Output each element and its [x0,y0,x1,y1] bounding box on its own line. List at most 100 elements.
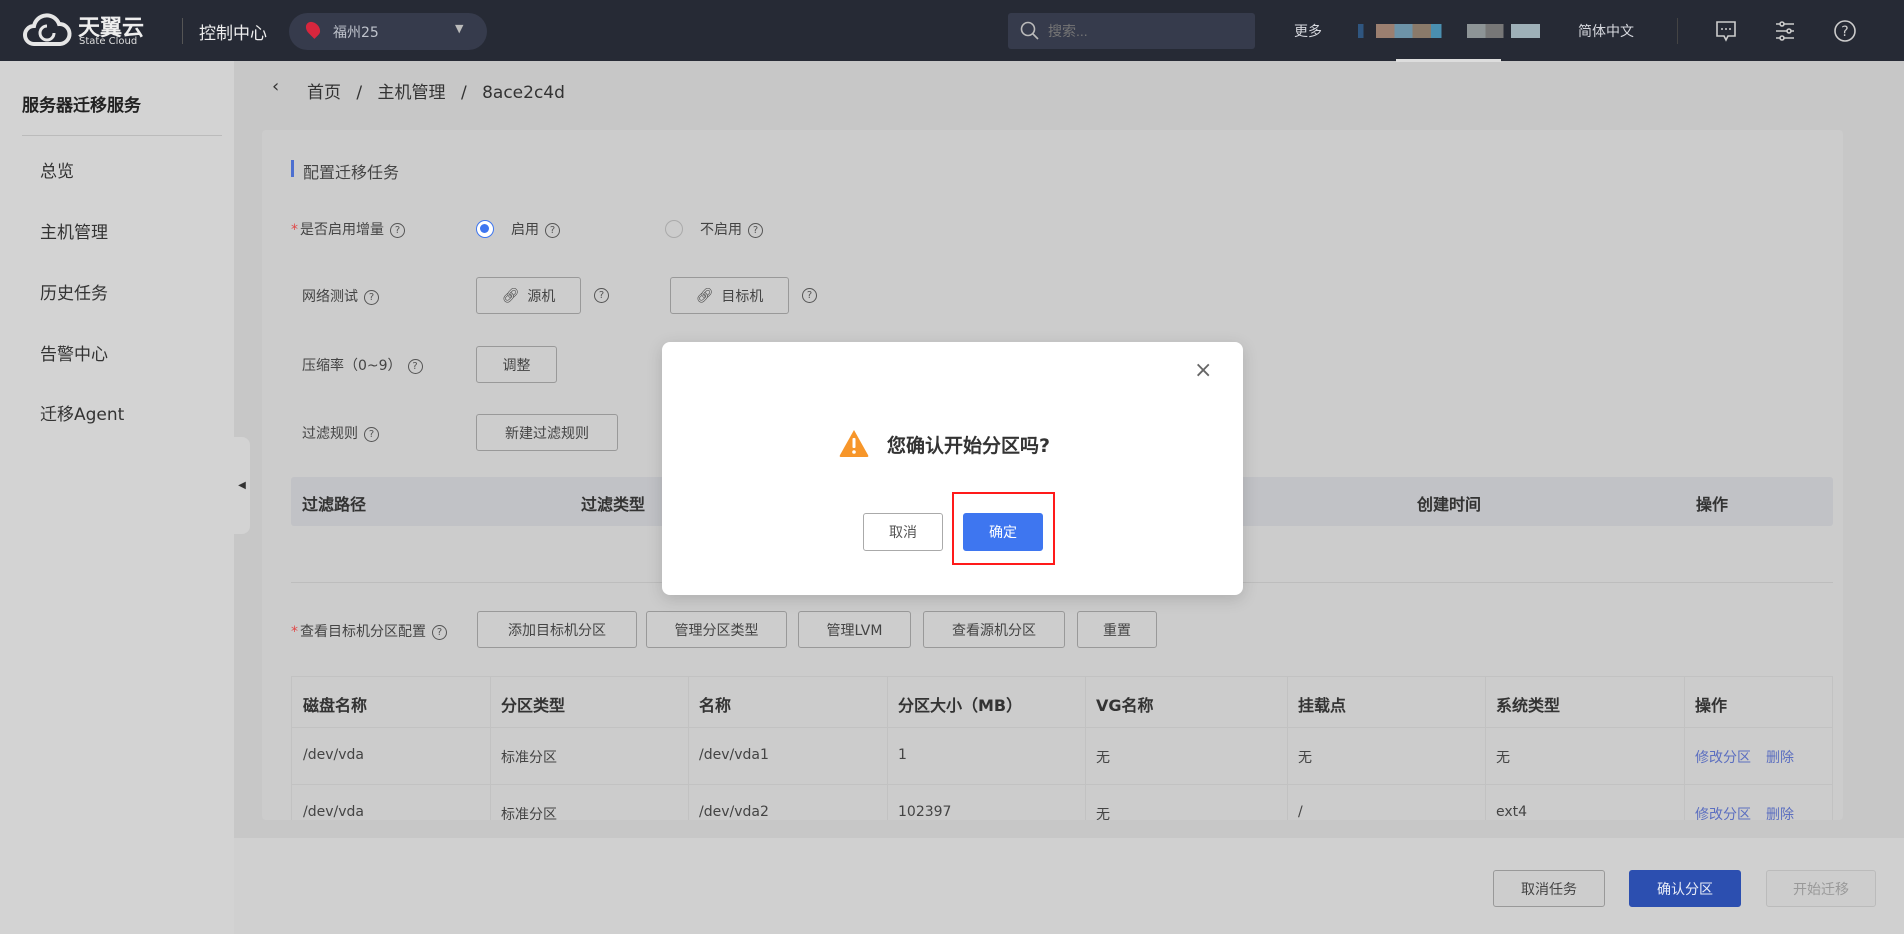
delete-link[interactable]: 删除 [1766,747,1794,767]
label-text: 过滤规则 [302,426,358,442]
source-network-test-button[interactable]: 🔗︎ 源机 [476,277,581,314]
user-account-blurred[interactable] [1358,24,1540,38]
help-circle-icon[interactable]: ? [390,222,405,238]
network-test-label: 网络测试? [302,286,379,306]
column-header: 系统类型 [1496,696,1561,715]
label-text: 网络测试 [302,289,358,305]
cancel-task-button[interactable]: 取消任务 [1493,870,1605,907]
confirm-dialog: × 您确认开始分区吗? 取消 确定 [662,342,1243,595]
help-icon[interactable]: ? [1833,19,1857,43]
view-source-partitions-button[interactable]: 查看源机分区 [923,611,1065,648]
partition-table: 磁盘名称 分区类型 名称 分区大小（MB） VG名称 挂载点 系统类型 操作/dev/vda 标… [291,676,1833,820]
brand-logo[interactable]: 天翼云 State Cloud [22,10,182,52]
table-row: /dev/vda 标准分区/dev/vda2 102397 无 / ext4 修改分区 删除 [292,785,1832,820]
breadcrumb: 首页 / 主机管理 / 8ace2c4d [307,78,565,103]
sidebar-title: 服务器迁移服务 [22,96,141,116]
breadcrumb-home[interactable]: 首页 [307,83,341,103]
radio-enable-label: 启用? [511,219,560,239]
more-menu[interactable]: 更多 [1294,21,1322,41]
new-filter-rule-button[interactable]: 新建过滤规则 [476,414,618,451]
edit-partition-link[interactable]: 修改分区 [1695,804,1751,820]
console-link[interactable]: 控制中心 [199,19,267,44]
option-text: 启用 [511,222,539,238]
compression-label: 压缩率（0~9）? [302,355,423,375]
column-header: VG名称 [1096,696,1154,715]
footer-bar: 取消任务 确认分区 开始迁移 [234,838,1904,934]
search-input[interactable] [1048,20,1238,42]
help-circle-icon[interactable]: ? [364,426,379,442]
radio-disable[interactable] [665,220,683,238]
column-header: 操作 [1696,495,1729,514]
breadcrumb-current: 8ace2c4d [482,83,565,103]
language-switcher[interactable]: 简体中文 [1578,21,1634,41]
sidebar-collapse-button[interactable]: ◀ [234,437,250,534]
option-text: 不启用 [700,222,742,238]
dialog-cancel-button[interactable]: 取消 [863,513,943,551]
help-circle-icon[interactable]: ? [364,289,379,305]
sidebar-item-migration-agent[interactable]: 迁移Agent [40,400,124,425]
help-circle-icon[interactable]: ? [594,288,609,303]
column-header: 名称 [699,696,732,715]
warning-icon [839,430,869,457]
search-box[interactable] [1008,13,1255,49]
table-cell: 标准分区 [501,750,557,766]
column-header: 磁盘名称 [303,696,368,715]
edit-partition-link[interactable]: 修改分区 [1695,747,1751,767]
help-circle-icon[interactable]: ? [802,288,817,303]
search-icon [1020,21,1039,40]
region-selector[interactable]: 福州25 ▼ [289,13,487,50]
table-cell: /dev/vda2 [699,804,769,820]
delete-link[interactable]: 删除 [1766,804,1794,820]
reset-button[interactable]: 重置 [1077,611,1157,648]
partition-table-header: 磁盘名称 分区类型 名称 分区大小（MB） VG名称 挂载点 系统类型 操作 [292,677,1832,820]
top-bar: 天翼云 State Cloud 控制中心 福州25 ▼ 更多 简体中文 ? [0,0,1904,62]
close-icon[interactable]: × [1194,358,1212,383]
confirm-partition-button[interactable]: 确认分区 [1629,870,1741,907]
dialog-confirm-button[interactable]: 确定 [963,513,1043,551]
partition-config-label: * 查看目标机分区配置? [291,621,447,641]
table-cell: 无 [1298,750,1312,766]
help-circle-icon[interactable]: ? [407,358,423,374]
link-icon: 🔗︎ [501,287,520,304]
table-cell: /dev/vda [303,747,364,763]
start-migration-button[interactable]: 开始迁移 [1766,870,1876,907]
link-icon: 🔗︎ [695,287,714,304]
table-cell: /dev/vda1 [699,747,769,763]
section-accent-bar [291,160,294,177]
help-circle-icon[interactable]: ? [545,222,560,238]
divider [22,135,222,136]
button-label: 源机 [527,288,556,305]
table-cell: 无 [1096,807,1110,820]
manage-lvm-button[interactable]: 管理LVM [798,611,911,648]
help-circle-icon[interactable]: ? [432,624,447,640]
sidebar-item-alert-center[interactable]: 告警中心 [40,340,108,365]
manage-partition-types-button[interactable]: 管理分区类型 [646,611,787,648]
breadcrumb-separator: / [460,83,467,103]
sidebar-item-overview[interactable]: 总览 [40,157,74,182]
table-row: /dev/vda 标准分区/dev/vda1 1 无 无 无 修改分区 删除 [292,728,1832,785]
label-text: 压缩率（0~9） [302,358,402,374]
section-title: 配置迁移任务 [303,163,400,182]
breadcrumb-host-management[interactable]: 主机管理 [378,83,446,103]
table-cell: 1 [898,747,907,763]
table-cell: /dev/vda [303,804,364,820]
settings-sliders-icon[interactable] [1773,19,1797,43]
target-network-test-button[interactable]: 🔗︎ 目标机 [670,277,789,314]
sidebar-item-history-tasks[interactable]: 历史任务 [40,279,108,304]
chevron-down-icon: ▼ [455,22,464,35]
location-pin-icon [303,19,323,39]
column-header: 挂载点 [1298,696,1347,715]
active-tab-indicator [1396,59,1501,62]
help-circle-icon[interactable]: ? [748,222,763,238]
table-cell: 无 [1096,750,1110,766]
label-text: 查看目标机分区配置 [300,624,426,640]
radio-enable[interactable] [476,220,494,238]
message-icon[interactable] [1714,19,1738,43]
adjust-compression-button[interactable]: 调整 [476,346,557,383]
add-target-partition-button[interactable]: 添加目标机分区 [477,611,637,648]
cloud-logo-icon [23,13,72,46]
back-chevron-icon[interactable]: ‹ [272,76,279,97]
column-header: 分区类型 [501,696,566,715]
sidebar-item-host-management[interactable]: 主机管理 [40,218,108,243]
button-label: 目标机 [721,288,764,305]
